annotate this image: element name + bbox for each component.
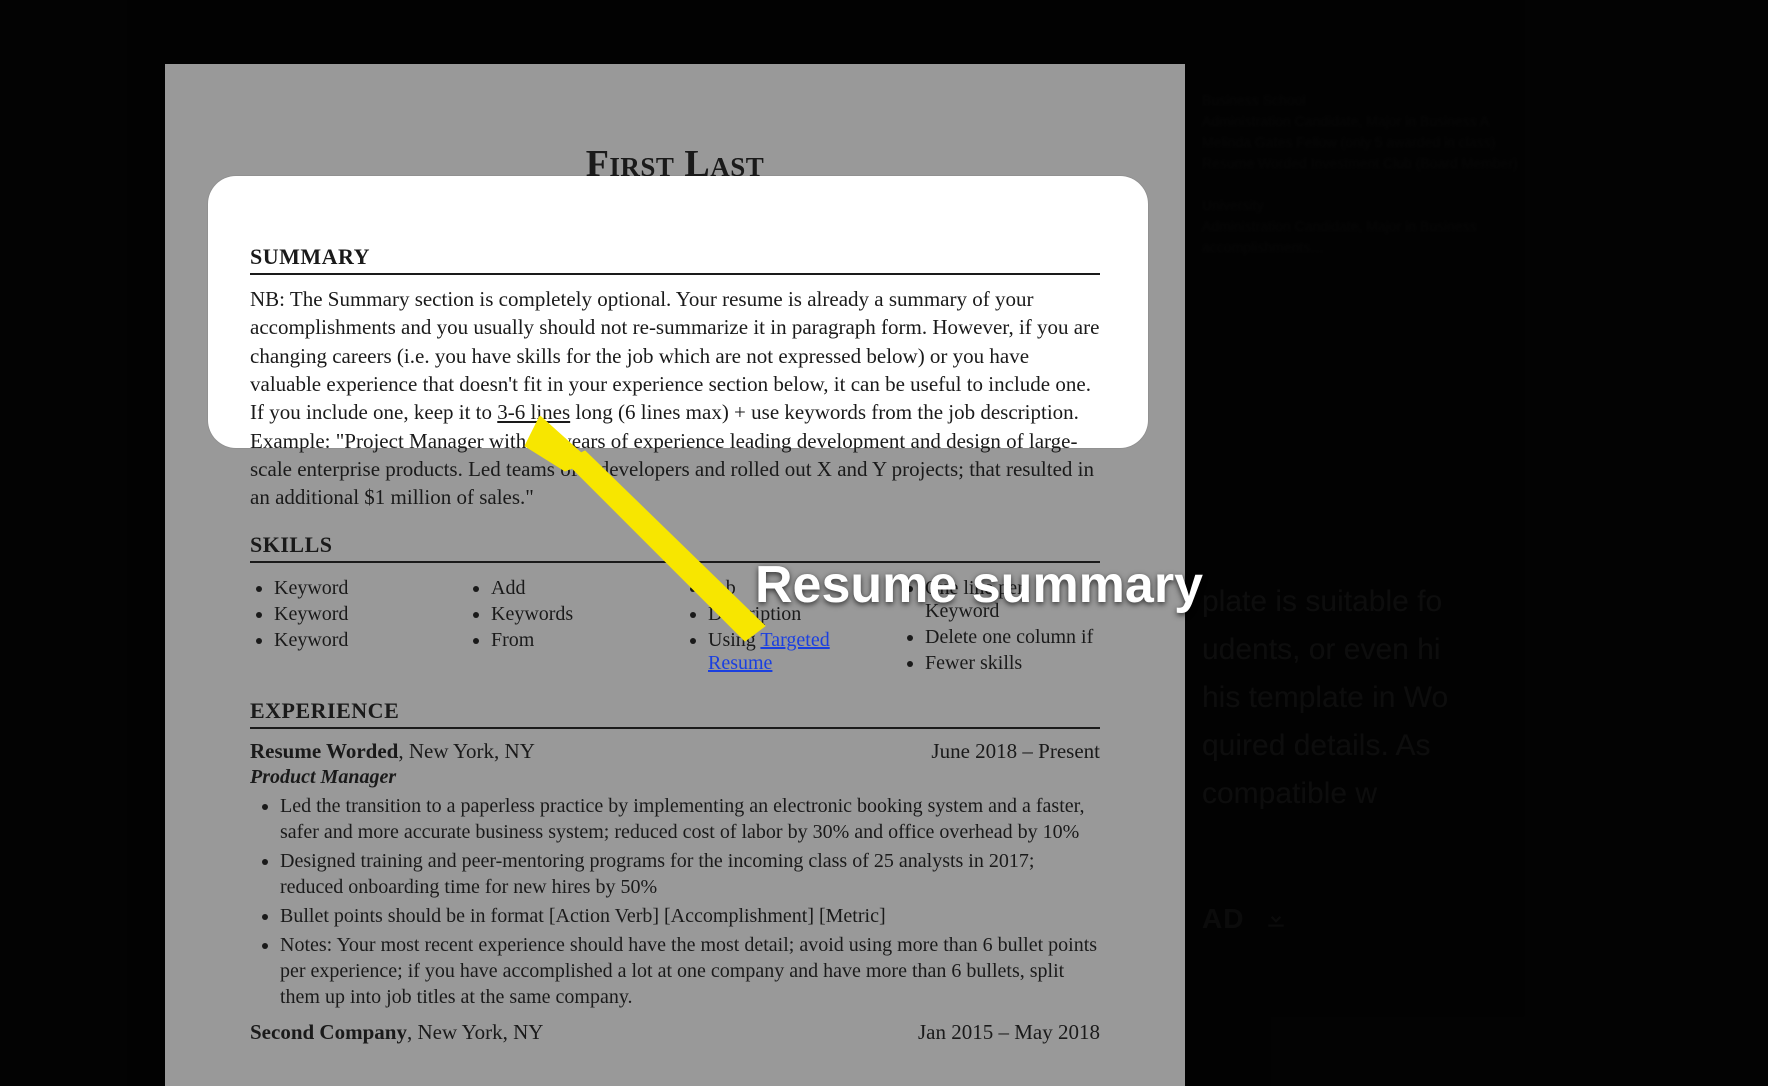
skills-col-2: Add Keywords From — [467, 577, 666, 678]
skill-item: Fewer skills — [925, 652, 1100, 675]
skill-item: Keyword — [274, 577, 449, 600]
experience-entry-1-header: Resume Worded, New York, NY June 2018 – … — [250, 739, 1100, 764]
experience-bullet: Notes: Your most recent experience shoul… — [280, 932, 1100, 1010]
skills-col-3: Job Description Using Targeted Resume — [684, 577, 883, 678]
experience-bullets: Led the transition to a paperless practi… — [250, 793, 1100, 1010]
skills-section: SKILLS Keyword Keyword Keyword Add Keywo… — [250, 532, 1100, 678]
skill-item: Delete one column if — [925, 626, 1100, 649]
experience-entry-2-header: Second Company, New York, NY Jan 2015 – … — [250, 1020, 1100, 1045]
experience-bullet: Bullet points should be in format [Actio… — [280, 903, 1100, 929]
summary-underlined: 3-6 lines — [497, 400, 570, 424]
company-location: , New York, NY — [398, 739, 535, 763]
summary-heading: SUMMARY — [250, 244, 1100, 275]
company-name: Resume Worded — [250, 739, 398, 763]
company-location: , New York, NY — [407, 1020, 544, 1044]
summary-section: SUMMARY NB: The Summary section is compl… — [250, 244, 1100, 512]
company-name: Second Company — [250, 1020, 407, 1044]
experience-heading: EXPERIENCE — [250, 698, 1100, 729]
skill-item: Add — [491, 577, 666, 600]
skill-item: Keyword — [274, 629, 449, 652]
experience-bullet: Designed training and peer-mentoring pro… — [280, 848, 1100, 900]
skills-col-4: One line per Keyword Delete one column i… — [901, 577, 1100, 678]
experience-bullet: Led the transition to a paperless practi… — [280, 793, 1100, 845]
employment-dates: June 2018 – Present — [931, 739, 1100, 764]
skill-item: Using Targeted Resume — [708, 629, 883, 675]
skill-item: One line per Keyword — [925, 577, 1100, 623]
skill-item: From — [491, 629, 666, 652]
skill-item: Description — [708, 603, 883, 626]
summary-body: NB: The Summary section is completely op… — [250, 285, 1100, 512]
experience-section: EXPERIENCE Resume Worded, New York, NY J… — [250, 698, 1100, 1045]
skill-item: Keyword — [274, 603, 449, 626]
skills-col-1: Keyword Keyword Keyword — [250, 577, 449, 678]
skills-heading: SKILLS — [250, 532, 1100, 563]
job-title: Product Manager — [250, 766, 1100, 789]
skill-item: Job — [708, 577, 883, 600]
employment-dates: Jan 2015 – May 2018 — [918, 1020, 1100, 1045]
skill-item: Keywords — [491, 603, 666, 626]
